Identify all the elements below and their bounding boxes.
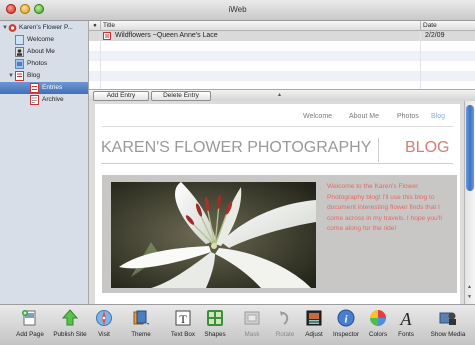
rotate-icon <box>280 311 289 325</box>
empty-row <box>89 51 475 61</box>
theme-button[interactable]: Theme <box>130 305 152 345</box>
blog-body-text[interactable]: Welcome to the Karen's Flower Photograph… <box>327 182 455 235</box>
blog-content-box[interactable]: Welcome to the Karen's Flower Photograph… <box>102 175 457 293</box>
shapes-icon <box>207 310 223 326</box>
list-header: ● Title Date <box>89 21 475 31</box>
svg-text:T: T <box>179 312 187 326</box>
entries-icon <box>30 83 39 93</box>
canvas-scrollbar[interactable]: ▲ ▼ <box>464 101 475 304</box>
sidebar-item-label: Blog <box>27 72 41 79</box>
sidebar-item-label: Entries <box>42 84 63 91</box>
text-box-button[interactable]: T Text Box <box>171 305 195 345</box>
inspector-icon: i <box>337 309 355 327</box>
table-row[interactable]: Wildflowers ~Queen Anne's Lace 2/2/09 <box>89 31 475 41</box>
nav-about-me[interactable]: About Me <box>349 113 379 120</box>
window-title: iWeb <box>228 5 247 14</box>
header-rule <box>101 163 453 164</box>
fonts-icon: A <box>400 309 413 327</box>
page-icon <box>15 35 24 45</box>
toolbar-label: Add Page <box>16 331 44 338</box>
toolbar-label: Theme <box>131 331 151 338</box>
entry-title: Wildflowers ~Queen Anne's Lace <box>115 32 218 39</box>
scroll-thumb[interactable] <box>466 105 474 191</box>
publish-icon <box>61 309 79 326</box>
sidebar-item-label: About Me <box>27 48 55 55</box>
nav-photos[interactable]: Photos <box>397 113 419 120</box>
column-divider <box>420 21 421 30</box>
photos-page-icon <box>15 59 24 69</box>
empty-row <box>89 71 475 81</box>
nav-blog[interactable]: Blog <box>431 113 445 120</box>
sidebar-item-label: Welcome <box>27 36 54 43</box>
sidebar-item-blog[interactable]: ▼ Blog <box>0 70 88 82</box>
nav-divider <box>102 126 453 127</box>
scroll-up-arrow-icon[interactable]: ▲ <box>467 284 472 290</box>
shapes-button[interactable]: Shapes <box>204 305 226 345</box>
site-title[interactable]: KAREN'S FLOWER PHOTOGRAPHY <box>101 139 371 157</box>
iweb-window: iWeb ▼ Karen's Flower P... Welcome About… <box>0 0 475 345</box>
rotate-button[interactable]: Rotate <box>275 305 295 345</box>
header-divider <box>378 138 379 162</box>
sidebar-item-label: Archive <box>42 96 64 103</box>
fonts-button[interactable]: A Fonts <box>396 305 416 345</box>
sidebar-item-site[interactable]: ▼ Karen's Flower P... <box>0 22 88 34</box>
sidebar-item-archive[interactable]: Archive <box>0 94 88 106</box>
sidebar-item-entries[interactable]: Entries <box>0 82 88 94</box>
column-title[interactable]: Title <box>103 22 115 29</box>
site-sidebar: ▼ Karen's Flower P... Welcome About Me P… <box>0 21 89 304</box>
toolbar-label: Fonts <box>398 331 414 338</box>
entry-date: 2/2/09 <box>425 32 445 39</box>
main-toolbar: Add Page Publish Site Visit Theme T Text… <box>0 304 475 345</box>
toolbar-label: Show Media <box>430 331 466 338</box>
blog-page-icon <box>15 71 24 81</box>
media-icon <box>439 312 456 325</box>
delete-entry-button[interactable]: Delete Entry <box>151 91 211 101</box>
lily-photo[interactable] <box>111 182 316 288</box>
add-page-button[interactable]: Add Page <box>16 305 44 345</box>
lily-image <box>111 182 316 288</box>
svg-text:A: A <box>400 309 413 327</box>
publish-site-button[interactable]: Publish Site <box>53 305 87 345</box>
site-icon <box>8 24 17 32</box>
visit-button[interactable]: Visit <box>93 305 115 345</box>
disclosure-triangle-icon[interactable]: ▼ <box>8 70 14 82</box>
sidebar-item-photos[interactable]: Photos <box>0 58 88 70</box>
sidebar-item-about-me[interactable]: About Me <box>0 46 88 58</box>
show-media-button[interactable]: Show Media <box>431 305 465 345</box>
section-heading[interactable]: BLOG <box>405 139 449 157</box>
add-page-icon <box>22 310 36 326</box>
page-canvas: Welcome About Me Photos Blog KAREN'S FLO… <box>89 101 464 304</box>
column-divider <box>100 31 101 89</box>
nav-welcome[interactable]: Welcome <box>303 113 332 120</box>
mask-icon <box>244 311 260 325</box>
column-date[interactable]: Date <box>423 22 437 29</box>
entries-list: ● Title Date Wildflowers ~Queen Anne's L… <box>89 21 475 89</box>
toolbar-label: Visit <box>98 331 110 338</box>
split-view-grip-icon[interactable]: ▴ <box>278 91 281 98</box>
column-marker[interactable]: ● <box>93 22 97 29</box>
web-page: Welcome About Me Photos Blog KAREN'S FLO… <box>95 104 460 304</box>
toolbar-label: Shapes <box>204 331 226 338</box>
column-divider <box>420 31 421 89</box>
add-entry-button[interactable]: Add Entry <box>93 91 149 101</box>
person-page-icon <box>15 47 24 57</box>
colors-icon <box>370 310 386 326</box>
scroll-down-arrow-icon[interactable]: ▼ <box>467 294 472 300</box>
visit-icon <box>96 310 112 326</box>
column-divider <box>100 21 101 30</box>
sidebar-item-label: Photos <box>27 60 48 67</box>
theme-icon <box>133 310 149 325</box>
text-box-icon: T <box>175 310 191 326</box>
archive-icon <box>30 95 39 105</box>
inspector-button[interactable]: i Inspector <box>333 305 359 345</box>
sidebar-item-welcome[interactable]: Welcome <box>0 34 88 46</box>
sidebar-site-label: Karen's Flower P... <box>19 24 73 31</box>
entry-page-icon <box>103 32 111 40</box>
adjust-icon <box>306 310 322 326</box>
colors-button[interactable]: Colors <box>368 305 388 345</box>
title-bar[interactable]: iWeb <box>0 0 475 21</box>
adjust-button[interactable]: Adjust <box>303 305 325 345</box>
mask-button[interactable]: Mask <box>242 305 262 345</box>
